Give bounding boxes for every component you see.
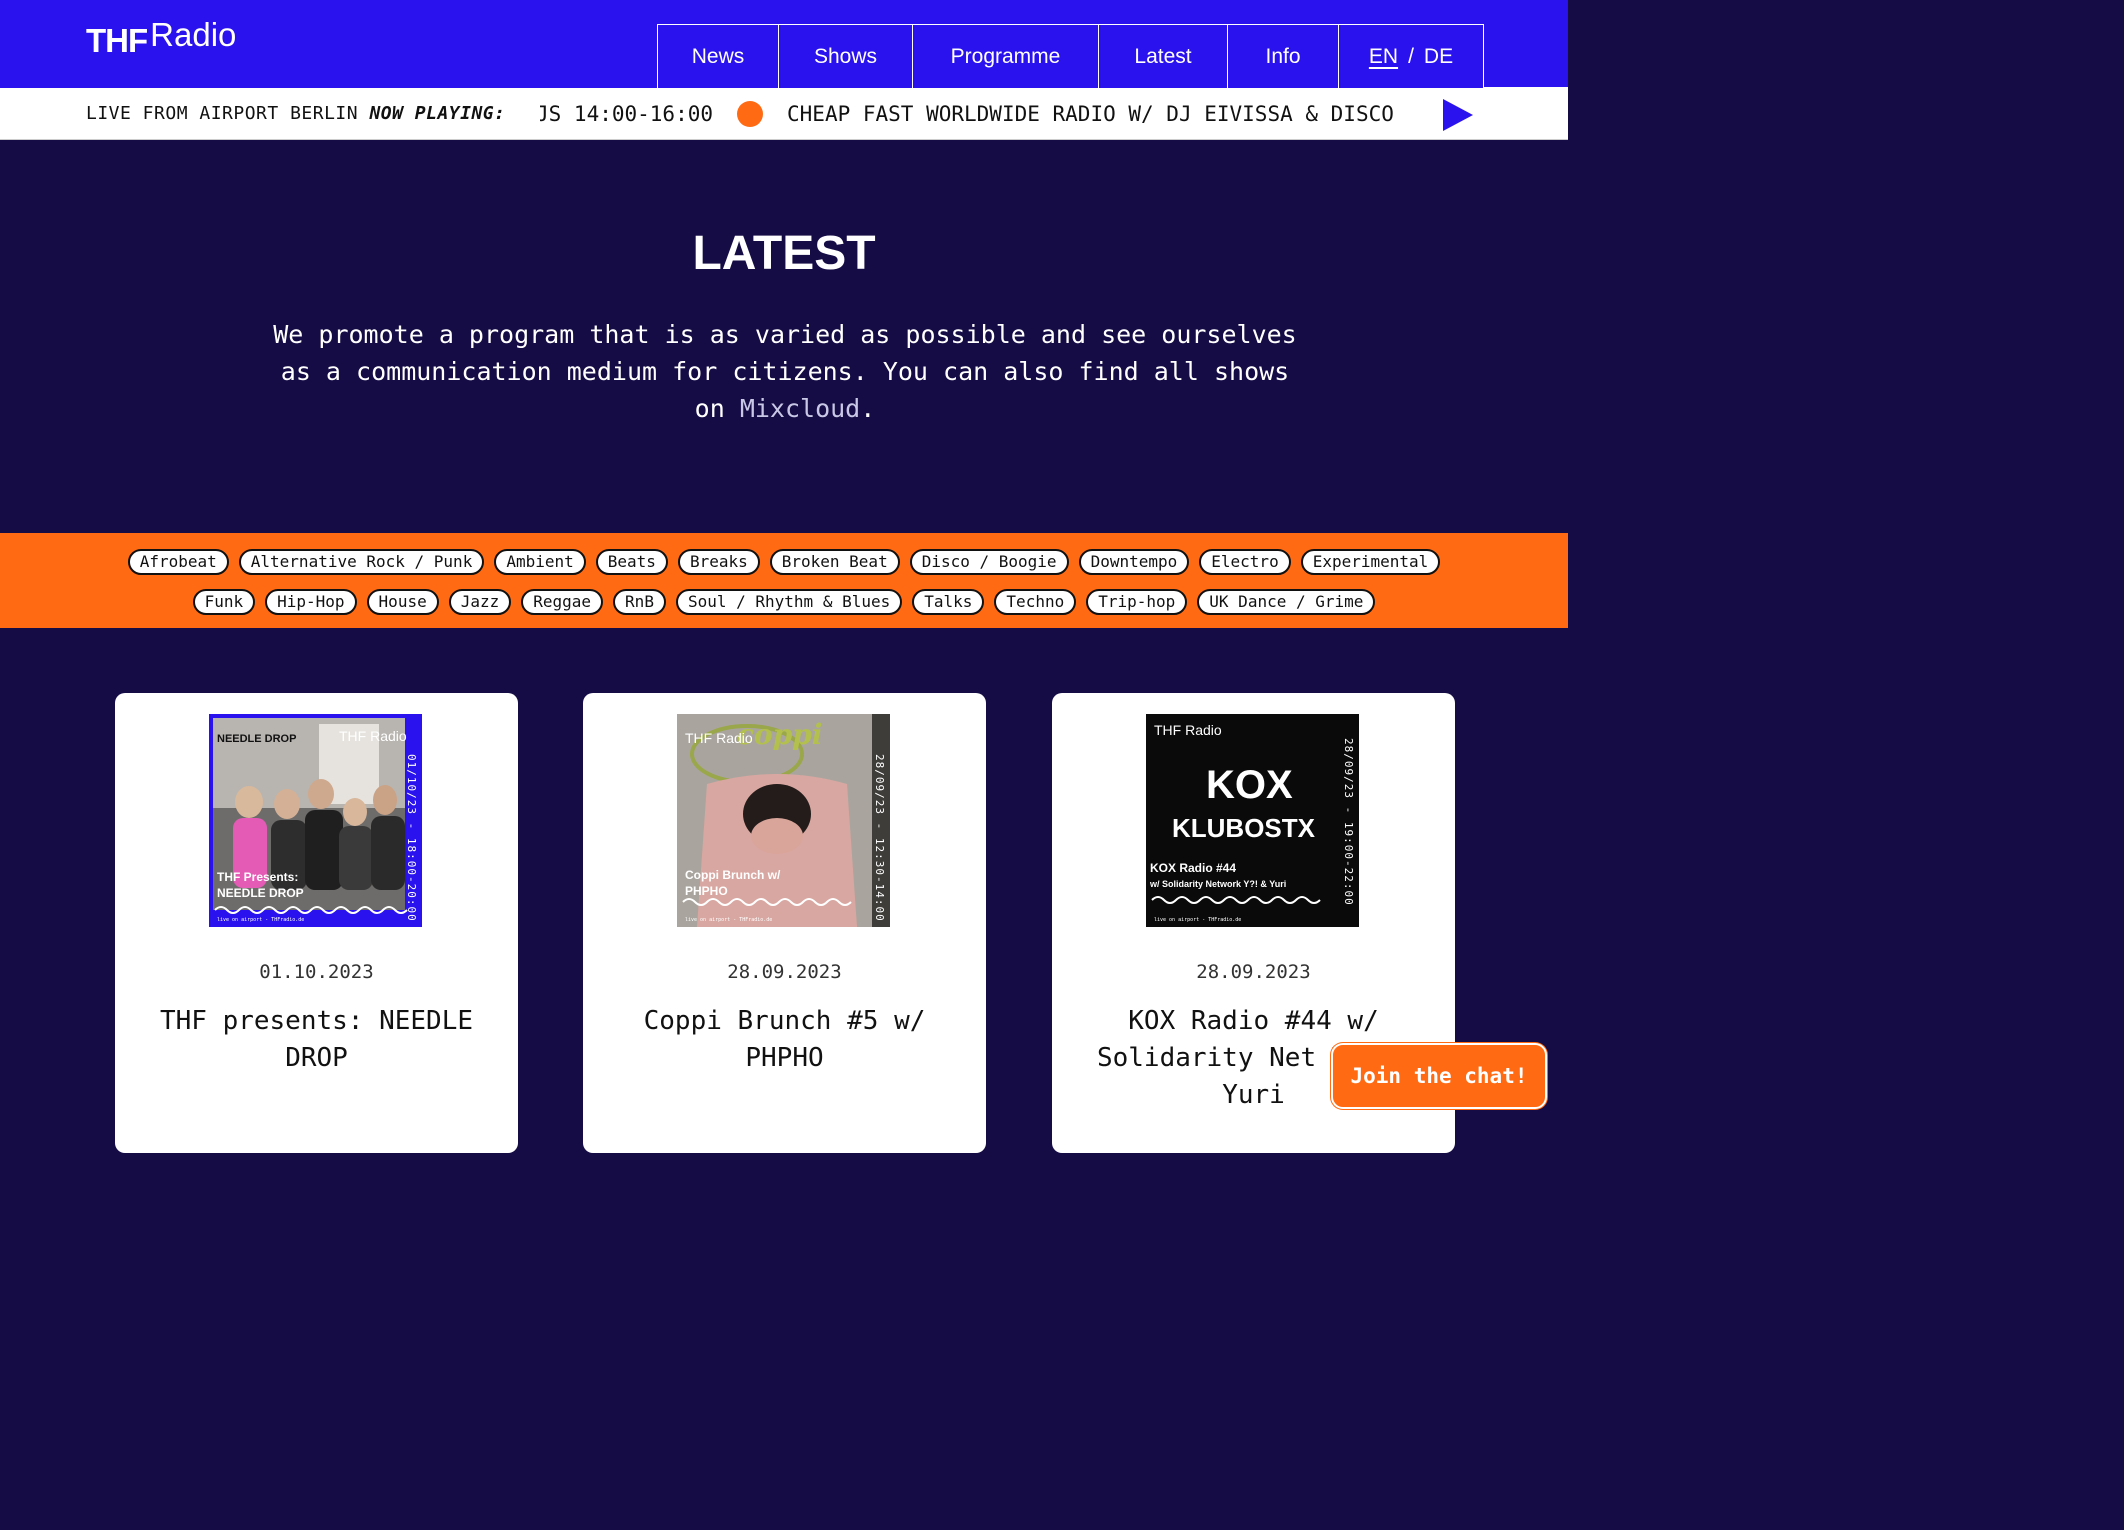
genre-tag[interactable]: Hip-Hop	[265, 589, 357, 615]
nav-news[interactable]: News	[658, 25, 779, 88]
genre-tag[interactable]: RnB	[613, 589, 666, 615]
genre-tag[interactable]: Reggae	[521, 589, 604, 615]
thumb-date: 01/10/23 - 18:00-20:00	[405, 754, 418, 922]
genre-tag[interactable]: Techno	[994, 589, 1077, 615]
thumb-subtitle-overlay: KLUBOSTX	[1172, 813, 1315, 843]
thumb-footer: live on airport - THFradio.de	[685, 917, 773, 923]
show-date: 01.10.2023	[259, 961, 374, 983]
show-card[interactable]: coppi THF Radio Coppi Brunch w/ PHPHO 28…	[583, 693, 986, 1153]
show-date: 28.09.2023	[1196, 961, 1311, 983]
join-chat-button[interactable]: Join the chat!	[1331, 1043, 1547, 1109]
thumb-title-overlay: KOX	[1206, 763, 1293, 807]
genre-row-2: Funk Hip-Hop House Jazz Reggae RnB Soul / Rhyt…	[0, 589, 1568, 615]
genre-tag[interactable]: Alternative Rock / Punk	[238, 549, 485, 575]
language-switcher: EN / DE	[1339, 25, 1484, 88]
nav-programme[interactable]: Programme	[913, 25, 1099, 88]
show-date: 28.09.2023	[727, 961, 842, 983]
genre-tag[interactable]: House	[366, 589, 439, 615]
thumb-date: 28/09/23 - 19:00-22:00	[1342, 738, 1355, 906]
thumb-thf-logo: THF Radio	[339, 728, 407, 744]
mixcloud-link[interactable]: Mixcloud	[740, 394, 860, 423]
live-dot-icon	[737, 101, 764, 127]
thumb-thf-logo: THF Radio	[1154, 722, 1222, 738]
page-intro: We promote a program that is as varied a…	[270, 316, 1300, 427]
ticker-show-title: CHEAP FAST WORLDWIDE RADIO W/ DJ EIVISSA…	[787, 102, 1394, 126]
genre-tag[interactable]: UK Dance / Grime	[1197, 589, 1376, 615]
thumb-date: 28/09/23 - 12:30-14:00	[873, 754, 886, 922]
thumb-show-label: Coppi Brunch w/ PHPHO	[685, 868, 781, 898]
genre-tag[interactable]: Broken Beat	[769, 549, 900, 575]
lang-de[interactable]: DE	[1424, 45, 1453, 69]
genre-tag[interactable]: Afrobeat	[127, 549, 229, 575]
thumb-footer: live on airport - THFradio.de	[217, 917, 305, 923]
show-title[interactable]: THF presents: NEEDLE DROP	[135, 1003, 498, 1077]
genre-tag[interactable]: Beats	[595, 549, 668, 575]
show-thumbnail: NEEDLE DROP THF Radio THF Presents: NEED…	[209, 714, 422, 927]
show-thumbnail: THF Radio KOX KLUBOSTX KOX Radio #44 w/ …	[1146, 714, 1359, 927]
intro-end: .	[860, 394, 876, 423]
nav-shows[interactable]: Shows	[779, 25, 913, 88]
genre-tag[interactable]: Ambient	[494, 549, 586, 575]
live-prefix: LIVE FROM AIRPORT BERLIN	[86, 103, 359, 124]
show-card[interactable]: NEEDLE DROP THF Radio THF Presents: NEED…	[115, 693, 518, 1153]
thumb-footer: live on airport - THFradio.de	[1154, 917, 1242, 923]
show-thumbnail: coppi THF Radio Coppi Brunch w/ PHPHO 28…	[677, 714, 890, 927]
genre-tag[interactable]: Experimental	[1300, 549, 1441, 575]
genre-tag[interactable]: Trip-hop	[1086, 589, 1188, 615]
genre-tag[interactable]: Soul / Rhythm & Blues	[675, 589, 903, 615]
thumb-thf-logo: THF Radio	[685, 730, 753, 746]
lang-en[interactable]: EN	[1369, 45, 1398, 69]
logo-radio: Radio	[150, 16, 237, 53]
live-label: LIVE FROM AIRPORT BERLIN NOW PLAYING:	[86, 103, 505, 124]
ticker-show-time: JS 14:00-16:00	[540, 102, 714, 126]
ticker-marquee: JS 14:00-16:00 CHEAP FAST WORLDWIDE RADI…	[540, 88, 1415, 140]
site-header: THF Radio News Shows Programme Latest In…	[0, 0, 1568, 88]
genre-filter-bar: Afrobeat Alternative Rock / Punk Ambient Be…	[0, 533, 1568, 628]
genre-tag[interactable]: Downtempo	[1078, 549, 1190, 575]
logo-thf: THF	[86, 22, 148, 59]
genre-tag[interactable]: Electro	[1199, 549, 1291, 575]
genre-tag[interactable]: Jazz	[448, 589, 512, 615]
main-nav: News Shows Programme Latest Info EN / DE	[657, 24, 1484, 88]
nav-latest[interactable]: Latest	[1099, 25, 1228, 88]
genre-row-1: Afrobeat Alternative Rock / Punk Ambient Be…	[0, 549, 1568, 575]
site-logo[interactable]: THF Radio	[86, 16, 236, 60]
genre-tag[interactable]: Funk	[192, 589, 256, 615]
now-playing-label: NOW PLAYING:	[369, 103, 506, 124]
genre-tag[interactable]: Disco / Boogie	[909, 549, 1069, 575]
thumb-show-label: KOX Radio #44	[1150, 861, 1237, 875]
genre-tag[interactable]: Breaks	[677, 549, 760, 575]
page-title: LATEST	[692, 227, 876, 280]
lang-separator: /	[1408, 44, 1414, 68]
now-playing-ticker: LIVE FROM AIRPORT BERLIN NOW PLAYING: JS…	[0, 88, 1568, 140]
thumb-show-label: THF Presents: NEEDLE DROP	[217, 870, 304, 900]
thumb-show-sublabel: w/ Solidarity Network Y?! & Yuri	[1150, 879, 1287, 889]
nav-info[interactable]: Info	[1228, 25, 1339, 88]
play-icon[interactable]	[1441, 98, 1475, 132]
thumb-title-overlay: NEEDLE DROP	[217, 733, 297, 745]
show-title[interactable]: Coppi Brunch #5 w/ PHPHO	[603, 1003, 966, 1077]
genre-tag[interactable]: Talks	[912, 589, 985, 615]
